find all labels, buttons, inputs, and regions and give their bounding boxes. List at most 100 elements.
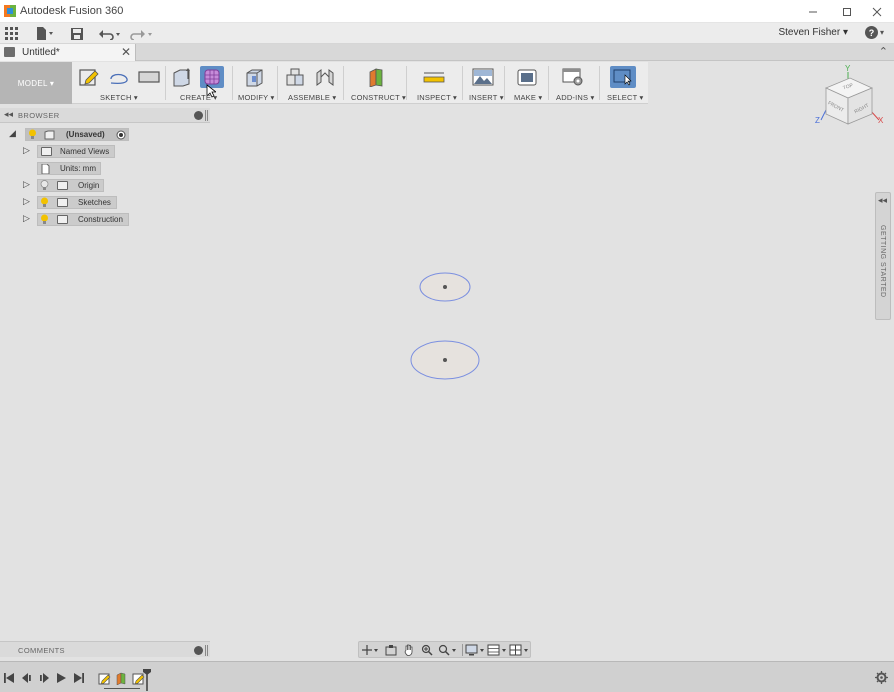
select-group-label[interactable]: SELECT ▾ — [607, 93, 644, 102]
document-tab[interactable]: Untitled* ✕ — [0, 44, 136, 61]
folder-icon — [41, 147, 52, 156]
addins-group-label[interactable]: ADD-INS ▾ — [556, 93, 594, 102]
browser-item-sketches[interactable]: ▷ Sketches — [0, 196, 118, 209]
undo-button[interactable] — [98, 26, 122, 41]
orbit-button[interactable] — [361, 644, 379, 656]
timeline-start-button[interactable] — [3, 672, 15, 684]
comments-pin-icon[interactable] — [205, 645, 208, 656]
browser-item-named-views[interactable]: ▷ Named Views — [0, 145, 115, 158]
help-menu-button[interactable]: ? ▾ — [864, 26, 884, 39]
create-group-label[interactable]: CREATE ▾ — [180, 93, 217, 102]
ribbon-separator — [548, 66, 549, 100]
expand-sketches-icon[interactable]: ▷ — [23, 196, 30, 207]
quick-access-toolbar: Steven Fisher ▾ ? ▾ — [0, 23, 894, 44]
origin-chip[interactable]: Origin — [37, 179, 104, 192]
timeline-sketch-feature-icon[interactable] — [98, 672, 111, 685]
offset-plane-tool[interactable] — [364, 66, 388, 88]
units-label: Units: mm — [60, 164, 96, 173]
getting-started-tab[interactable]: ◂◂ GETTING STARTED — [875, 192, 891, 320]
visibility-bulb-icon[interactable] — [40, 180, 49, 191]
comments-options-icon[interactable] — [194, 646, 203, 655]
browser-item-construction[interactable]: ▷ Construction — [0, 213, 130, 226]
browser-item-origin[interactable]: ▷ Origin — [0, 179, 105, 192]
root-chip[interactable]: (Unsaved) — [25, 128, 129, 141]
select-tool[interactable] — [610, 66, 636, 88]
folder-icon — [57, 215, 68, 224]
select-cursor-icon — [613, 69, 632, 86]
activate-radio-icon[interactable] — [116, 130, 126, 140]
collapse-browser-icon[interactable]: ◂◂ — [4, 109, 13, 120]
timeline-marker-icon[interactable] — [143, 669, 151, 691]
timeline-next-button[interactable] — [55, 672, 67, 684]
user-menu[interactable]: Steven Fisher ▾ — [778, 27, 848, 38]
close-tab-button[interactable]: ✕ — [121, 45, 131, 59]
timeline-previous-button[interactable] — [21, 672, 33, 684]
sketch-group-label[interactable]: SKETCH ▾ — [100, 93, 138, 102]
expand-root-icon[interactable]: ◢ — [9, 128, 16, 139]
fit-button[interactable] — [437, 644, 459, 656]
press-pull-tool[interactable] — [242, 66, 266, 88]
create-sketch-tool[interactable] — [77, 66, 101, 88]
save-button[interactable] — [71, 26, 83, 41]
construct-group-label[interactable]: CONSTRUCT ▾ — [351, 93, 406, 102]
visibility-bulb-icon[interactable] — [28, 129, 37, 140]
close-button[interactable] — [860, 0, 894, 23]
pan-button[interactable] — [401, 644, 417, 656]
units-chip[interactable]: Units: mm — [37, 162, 101, 175]
timeline-settings-gear-icon[interactable] — [875, 671, 888, 684]
viewcube[interactable]: Y Z X TOP FRONT RIGHT — [812, 64, 888, 140]
3d-print-icon — [517, 69, 537, 86]
ribbon-separator — [406, 66, 407, 100]
browser-pin-icon[interactable] — [205, 110, 208, 121]
expand-named-views-icon[interactable]: ▷ — [23, 145, 30, 156]
timeline-plane-feature-icon[interactable] — [115, 672, 128, 685]
timeline-end-button[interactable] — [73, 672, 85, 684]
expand-construction-icon[interactable]: ▷ — [23, 213, 30, 224]
collapse-tabs-icon[interactable]: ⌃ — [879, 45, 888, 58]
ribbon-separator — [232, 66, 233, 100]
viewcube-graphic — [820, 72, 880, 125]
browser-item-units[interactable]: Units: mm — [0, 162, 101, 175]
make-group-label[interactable]: MAKE ▾ — [514, 93, 542, 102]
insert-group-label[interactable]: INSERT ▾ — [469, 93, 504, 102]
sketch-circle-profile[interactable] — [410, 340, 482, 382]
visibility-bulb-icon[interactable] — [40, 214, 49, 225]
workspace-switcher[interactable]: MODEL ▾ — [0, 62, 72, 104]
maximize-button[interactable] — [830, 0, 864, 23]
rectangle-tool[interactable] — [137, 66, 161, 88]
named-views-chip[interactable]: Named Views — [37, 145, 115, 158]
3d-print-tool[interactable] — [515, 66, 539, 88]
minimize-button[interactable] — [796, 0, 830, 23]
new-component-tool[interactable] — [283, 66, 307, 88]
construction-chip[interactable]: Construction — [37, 213, 129, 226]
visibility-bulb-icon[interactable] — [40, 197, 49, 208]
zoom-button[interactable] — [419, 644, 435, 656]
expand-origin-icon[interactable]: ▷ — [23, 179, 30, 190]
browser-options-icon[interactable] — [194, 111, 203, 120]
browser-root-node[interactable]: ◢ (Unsaved) — [0, 128, 130, 141]
collapse-getting-started-icon[interactable]: ◂◂ — [878, 195, 887, 206]
ribbon-toolbar: MODEL ▾ SKETCH ▾ CREATE ▾ MODIFY ▾ ASSEM… — [0, 62, 648, 104]
scripts-addins-tool[interactable] — [561, 66, 585, 88]
grid-snaps-button[interactable] — [487, 644, 509, 656]
joint-tool[interactable] — [313, 66, 337, 88]
inspect-group-label[interactable]: INSPECT ▾ — [417, 93, 457, 102]
component-icon — [44, 130, 55, 140]
insert-image-tool[interactable] — [471, 66, 495, 88]
line-tool[interactable] — [107, 66, 131, 88]
timeline-play-button[interactable] — [38, 672, 50, 684]
sketch-circle-profile[interactable] — [418, 271, 472, 303]
viewports-button[interactable] — [509, 644, 531, 656]
assemble-group-label[interactable]: ASSEMBLE ▾ — [288, 93, 336, 102]
modify-group-label[interactable]: MODIFY ▾ — [238, 93, 274, 102]
display-settings-button[interactable] — [465, 644, 487, 656]
redo-button[interactable] — [130, 26, 154, 41]
measure-tool[interactable] — [422, 66, 446, 88]
look-at-button[interactable] — [383, 644, 399, 656]
orbit-icon — [362, 645, 378, 655]
extrude-tool[interactable] — [170, 66, 194, 88]
data-panel-button[interactable] — [5, 26, 18, 41]
file-menu-button[interactable] — [36, 26, 54, 41]
sketches-chip[interactable]: Sketches — [37, 196, 117, 209]
comments-panel[interactable]: COMMENTS — [0, 641, 210, 657]
